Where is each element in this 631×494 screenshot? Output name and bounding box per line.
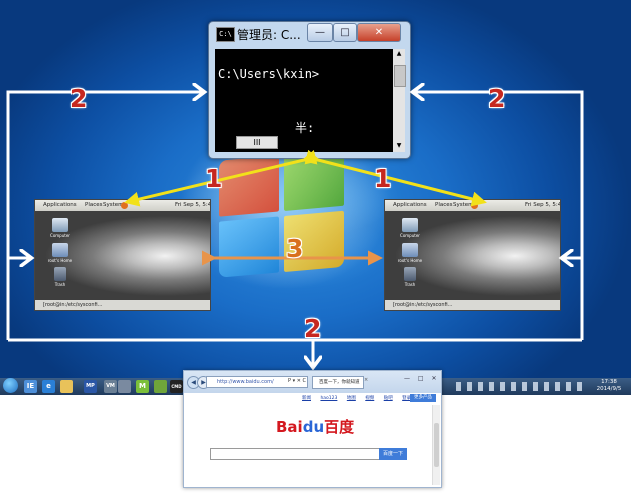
- baidu-search-button[interactable]: 百度一下: [379, 448, 407, 460]
- scroll-thumb[interactable]: [434, 423, 439, 467]
- baidu-logo: Baidu百度: [276, 416, 354, 437]
- address-controls[interactable]: P ▾ ✕ C: [288, 378, 306, 384]
- browser-toolbar: ◀ ▶ http://www.baidu.com/ P ▾ ✕ C 百度一下，你…: [184, 371, 441, 393]
- ie-icon[interactable]: IE: [24, 380, 37, 393]
- link-news[interactable]: 新闻: [302, 395, 311, 401]
- label-2-top-left: 2: [70, 84, 88, 113]
- explorer-icon[interactable]: [60, 380, 73, 393]
- link-map[interactable]: 地图: [347, 395, 356, 401]
- label-3-center: 3: [286, 234, 304, 263]
- vmware-icon[interactable]: VM: [104, 380, 117, 393]
- start-button[interactable]: [3, 378, 18, 393]
- label-2-top-right: 2: [488, 84, 506, 113]
- mediaplayer-icon[interactable]: MP: [84, 380, 97, 393]
- tray-date: 2014/9/5: [596, 386, 622, 392]
- tray-icons[interactable]: [456, 382, 586, 391]
- tray-time: 17:38: [601, 379, 617, 385]
- tab-title: 百度一下，你就知道: [319, 380, 360, 385]
- app-m-icon[interactable]: M: [136, 380, 149, 393]
- tray-clock[interactable]: 17:38 2014/9/5: [591, 379, 627, 393]
- label-2-bottom: 2: [304, 314, 322, 343]
- yellow-arrow-right: [304, 149, 487, 207]
- logo-paw: du: [302, 418, 325, 436]
- label-1-right: 1: [374, 164, 392, 193]
- link-video[interactable]: 视频: [365, 395, 374, 401]
- link-tieba[interactable]: 贴吧: [384, 395, 393, 401]
- logo-bai: Bai: [276, 418, 303, 436]
- white-connector-right: [414, 92, 584, 340]
- cmd-taskbar-icon[interactable]: CMD: [170, 380, 183, 393]
- browser-window-controls[interactable]: — □ ✕: [404, 375, 440, 382]
- app-grid-icon[interactable]: [154, 380, 167, 393]
- ie-browser-icon[interactable]: e: [42, 380, 55, 393]
- address-url: http://www.baidu.com/: [217, 379, 274, 385]
- logo-cn: 百度: [324, 418, 355, 436]
- link-hao123[interactable]: hao123: [320, 396, 337, 401]
- baidu-search-input[interactable]: [210, 448, 380, 460]
- more-products-button[interactable]: 更多产品: [410, 394, 436, 402]
- white-connector-left: [6, 92, 203, 340]
- close-tab-icon[interactable]: ×: [364, 377, 368, 383]
- browser-window[interactable]: ◀ ▶ http://www.baidu.com/ P ▾ ✕ C 百度一下，你…: [183, 370, 442, 488]
- settings-icon[interactable]: [118, 380, 131, 393]
- label-1-left: 1: [205, 164, 223, 193]
- browser-vertical-scrollbar[interactable]: [432, 405, 440, 485]
- browser-tab[interactable]: 百度一下，你就知道: [312, 376, 364, 389]
